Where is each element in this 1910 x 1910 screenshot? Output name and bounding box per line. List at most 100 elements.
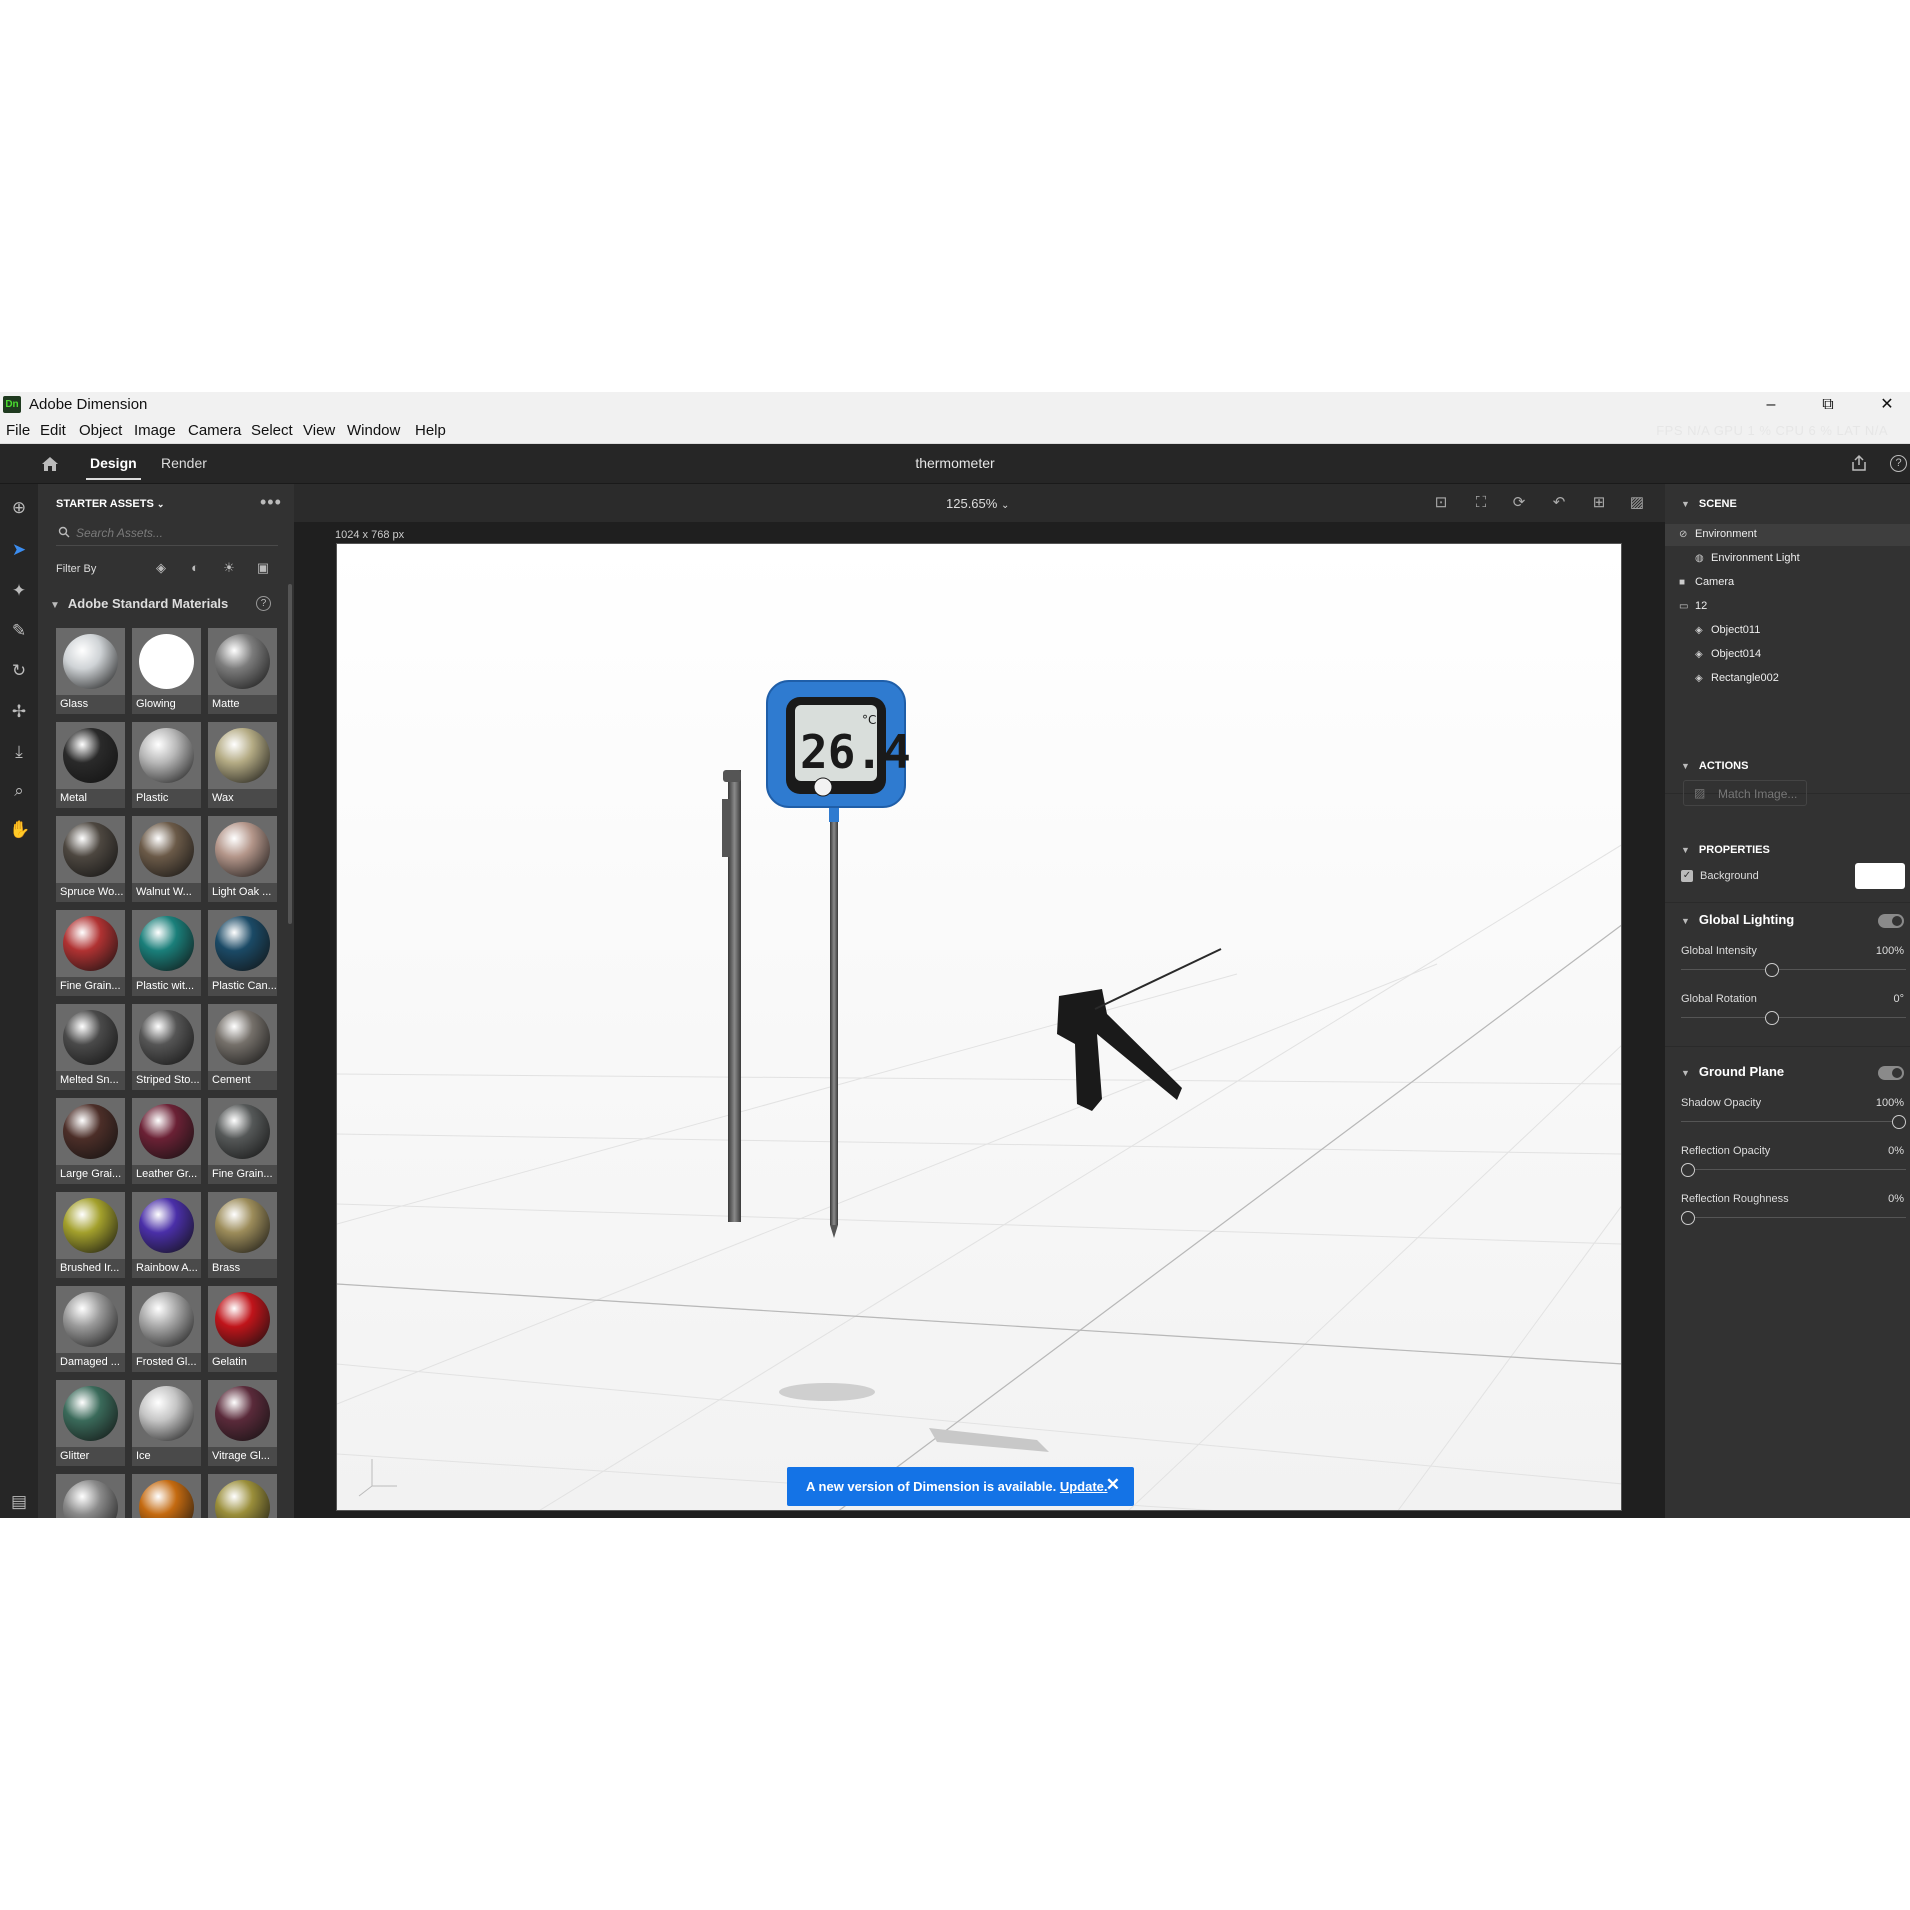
frame-icon[interactable]: ⊡ (1432, 494, 1450, 512)
fit-view-icon[interactable]: ⛶ (1472, 494, 1490, 512)
global-rotation-slider[interactable] (1681, 1010, 1906, 1026)
reflection-opacity-slider[interactable] (1681, 1162, 1906, 1178)
lights-filter-icon[interactable]: ☀ (220, 559, 238, 577)
material-tile[interactable]: Plastic (132, 722, 201, 808)
global-lighting-toggle[interactable] (1878, 914, 1904, 928)
section-standard-materials[interactable]: ▼ Adobe Standard Materials (50, 596, 228, 611)
match-image-button[interactable]: ▨ Match Image... (1683, 780, 1807, 806)
add-icon[interactable]: ⊕ (9, 498, 29, 518)
ground-plane-toggle[interactable] (1878, 1066, 1904, 1080)
archive-icon[interactable]: ▤ (9, 1492, 29, 1512)
more-options-icon[interactable]: ••• (260, 492, 282, 513)
search-box[interactable] (56, 520, 278, 546)
models-filter-icon[interactable]: ◈ (152, 559, 170, 577)
material-tile[interactable] (132, 1474, 201, 1518)
assets-heading[interactable]: STARTER ASSETS ⌄ (56, 498, 164, 510)
material-tile[interactable]: Light Oak ... (208, 816, 277, 902)
material-tile[interactable]: Glowing (132, 628, 201, 714)
material-tile[interactable]: Gelatin (208, 1286, 277, 1372)
search-input[interactable] (76, 523, 266, 543)
material-tile[interactable]: Cement (208, 1004, 277, 1090)
shadow-opacity-slider[interactable] (1681, 1114, 1906, 1130)
material-tile[interactable]: Brass (208, 1192, 277, 1278)
materials-filter-icon[interactable]: ◐ (186, 559, 204, 577)
scene-item[interactable]: ■ Camera (1665, 572, 1910, 594)
camera-bookmark-icon[interactable]: ⟳ (1510, 494, 1528, 512)
material-tile[interactable] (56, 1474, 125, 1518)
global-intensity-slider[interactable] (1681, 962, 1906, 978)
material-tile[interactable]: Vitrage Gl... (208, 1380, 277, 1466)
material-tile[interactable]: Fine Grain... (208, 1098, 277, 1184)
maximize-button[interactable]: ⧉ (1805, 392, 1851, 417)
material-tile[interactable]: Glass (56, 628, 125, 714)
render-preview-icon[interactable]: ▨ (1628, 494, 1646, 512)
material-tile[interactable]: Glitter (56, 1380, 125, 1466)
menu-help[interactable]: Help (415, 422, 446, 439)
minimize-button[interactable]: – (1748, 392, 1794, 417)
images-filter-icon[interactable]: ▣ (254, 559, 272, 577)
pan-hand-icon[interactable]: ✋ (9, 820, 30, 840)
material-tile[interactable]: Metal (56, 722, 125, 808)
move-tool-icon[interactable]: ✢ (9, 702, 29, 722)
scene-item[interactable]: ⊘ Environment (1665, 524, 1910, 546)
material-tile[interactable]: Plastic Can... (208, 910, 277, 996)
material-tile[interactable]: Frosted Gl... (132, 1286, 201, 1372)
menu-view[interactable]: View (303, 422, 335, 439)
ground-plane-section[interactable]: ▼ Ground Plane (1681, 1064, 1784, 1079)
background-color-swatch[interactable] (1855, 863, 1905, 889)
magic-select-icon[interactable]: ✦ (9, 581, 29, 601)
scene-item[interactable]: ◈ Object011 (1665, 620, 1910, 642)
undo-view-icon[interactable]: ↶ (1550, 494, 1568, 512)
reflection-roughness-slider[interactable] (1681, 1210, 1906, 1226)
section-help-icon[interactable]: ? (256, 596, 271, 611)
material-tile[interactable]: Rainbow A... (132, 1192, 201, 1278)
slider-thumb[interactable] (1765, 1011, 1779, 1025)
update-link[interactable]: Update. (1060, 1479, 1108, 1494)
properties-heading[interactable]: ▼ PROPERTIES (1681, 844, 1770, 856)
menu-image[interactable]: Image (134, 422, 176, 439)
material-tile[interactable]: Matte (208, 628, 277, 714)
toast-close-icon[interactable]: ✕ (1106, 1475, 1120, 1495)
material-tile[interactable]: Brushed Ir... (56, 1192, 125, 1278)
background-checkbox[interactable]: ✓ (1681, 870, 1693, 882)
global-lighting-section[interactable]: ▼ Global Lighting (1681, 912, 1794, 927)
menu-camera[interactable]: Camera (188, 422, 241, 439)
material-tile[interactable]: Plastic wit... (132, 910, 201, 996)
slider-thumb[interactable] (1892, 1115, 1906, 1129)
snap-icon[interactable]: ⊞ (1590, 494, 1608, 512)
material-tile[interactable]: Leather Gr... (132, 1098, 201, 1184)
slider-thumb[interactable] (1681, 1163, 1695, 1177)
actions-heading[interactable]: ▼ ACTIONS (1681, 760, 1748, 772)
menu-edit[interactable]: Edit (40, 422, 66, 439)
material-tile[interactable]: Wax (208, 722, 277, 808)
material-tile[interactable] (208, 1474, 277, 1518)
material-tile[interactable]: Damaged ... (56, 1286, 125, 1372)
3d-viewport[interactable]: 26.4 °C (336, 543, 1622, 1511)
scene-item[interactable]: ◍ Environment Light (1665, 548, 1910, 570)
close-window-button[interactable]: ✕ (1864, 392, 1910, 417)
material-tile[interactable]: Walnut W... (132, 816, 201, 902)
zoom-dropdown[interactable]: 125.65% ⌄ (946, 496, 1009, 511)
menu-object[interactable]: Object (79, 422, 122, 439)
drop-to-ground-icon[interactable]: ⤓ (9, 742, 29, 762)
zoom-tool-icon[interactable]: ⌕ (9, 781, 29, 801)
material-tile[interactable]: Spruce Wo... (56, 816, 125, 902)
scene-heading[interactable]: ▼ SCENE (1681, 498, 1737, 510)
material-tile[interactable]: Ice (132, 1380, 201, 1466)
material-tile[interactable]: Large Grai... (56, 1098, 125, 1184)
orbit-icon[interactable]: ↻ (9, 661, 29, 681)
slider-thumb[interactable] (1681, 1211, 1695, 1225)
assets-scrollbar[interactable] (288, 584, 292, 924)
slider-thumb[interactable] (1765, 963, 1779, 977)
scene-item[interactable]: ▭ 12 (1665, 596, 1910, 618)
scene-item[interactable]: ◈ Rectangle002 (1665, 668, 1910, 690)
menu-select[interactable]: Select (251, 422, 293, 439)
share-icon[interactable] (1850, 454, 1868, 472)
select-tool-icon[interactable]: ➤ (9, 540, 29, 560)
menu-file[interactable]: File (6, 422, 30, 439)
eyedropper-icon[interactable]: ✎ (9, 621, 29, 641)
help-icon[interactable]: ? (1890, 455, 1907, 472)
material-tile[interactable]: Melted Sn... (56, 1004, 125, 1090)
material-tile[interactable]: Fine Grain... (56, 910, 125, 996)
scene-item[interactable]: ◈ Object014 (1665, 644, 1910, 666)
